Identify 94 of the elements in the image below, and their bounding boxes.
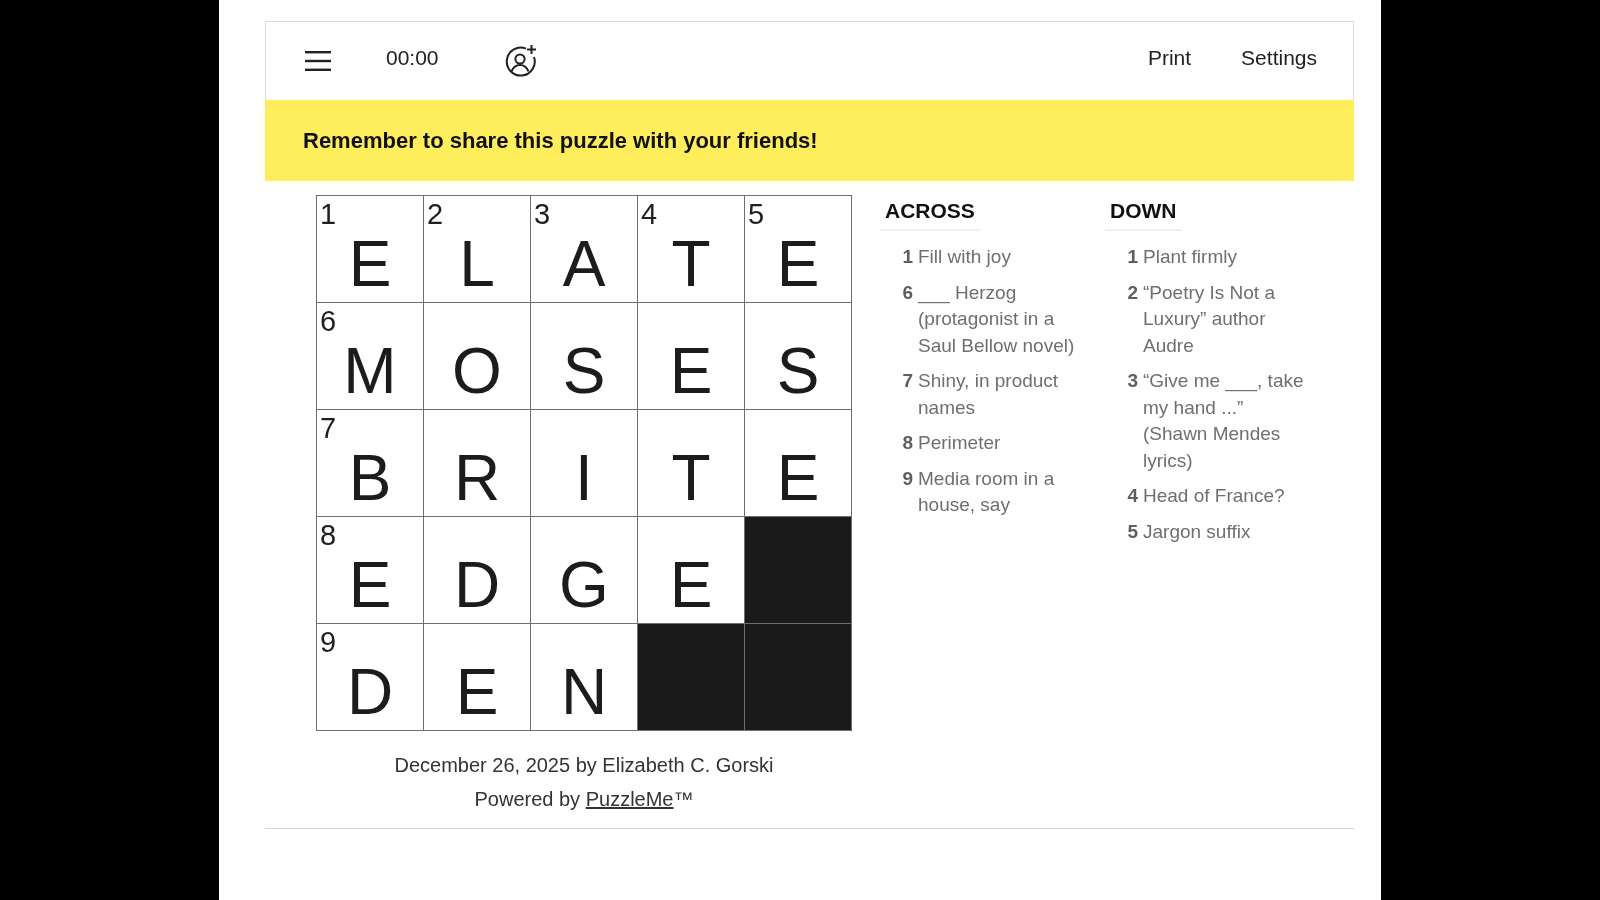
cell-letter: E <box>348 552 392 618</box>
grid-cell[interactable]: O <box>424 303 531 410</box>
clue-number: 1 <box>901 245 913 269</box>
cell-letter: N <box>560 659 608 725</box>
clue-item[interactable]: 7 Shiny, in product names <box>885 368 1090 421</box>
cell-number: 9 <box>319 625 337 657</box>
grid-cell[interactable]: 4 T <box>638 196 745 303</box>
cell-letter: E <box>669 338 713 404</box>
menu-icon <box>305 50 331 72</box>
grid-cell[interactable]: G <box>531 517 638 624</box>
clue-text: Media room in a house, say <box>918 466 1056 517</box>
grid-cell[interactable]: 7 B <box>317 410 424 517</box>
cell-number: 1 <box>319 197 337 229</box>
cell-letter: M <box>343 338 397 404</box>
cell-number: 8 <box>319 518 337 550</box>
clue-number: 1 <box>1126 245 1138 269</box>
clue-number: 3 <box>1126 369 1138 393</box>
clue-number: 7 <box>901 369 913 393</box>
clue-item[interactable]: 1 Plant firmly <box>1110 244 1315 271</box>
grid-cell[interactable]: N <box>531 624 638 731</box>
grid-cell[interactable]: T <box>638 410 745 517</box>
grid-cell[interactable]: 2 L <box>424 196 531 303</box>
cell-number: 4 <box>640 197 658 229</box>
grid-cell[interactable]: R <box>424 410 531 517</box>
clue-text: Plant firmly <box>1143 245 1238 269</box>
clue-heading: DOWN <box>1105 197 1182 231</box>
grid-cell[interactable]: S <box>531 303 638 410</box>
cell-letter: E <box>348 231 392 297</box>
byline-text: December 26, 2025 by Elizabeth C. Gorski <box>394 753 774 777</box>
cell-letter: L <box>459 231 495 297</box>
clue-text: Head of France? <box>1143 484 1286 508</box>
clue-text: Jargon suffix <box>1143 519 1252 544</box>
grid-cell[interactable]: E <box>424 624 531 731</box>
grid-cell[interactable]: S <box>745 303 852 410</box>
cell-letter: I <box>575 445 593 511</box>
grid-cell[interactable]: E <box>638 517 745 624</box>
clue-item[interactable]: 8 Perimeter <box>885 430 1090 457</box>
cell-letter: D <box>346 659 394 725</box>
cell-letter: S <box>776 338 820 404</box>
cell-letter: B <box>348 445 392 511</box>
grid-cell[interactable]: 8 E <box>317 517 424 624</box>
clue-heading: ACROSS <box>880 197 980 231</box>
clue-number: 8 <box>901 431 913 455</box>
cell-letter: E <box>776 445 820 511</box>
clue-item[interactable]: 2 “Poetry Is Not a Luxury” author Audre <box>1110 279 1315 359</box>
cell-letter: S <box>562 338 606 404</box>
clue-text: Perimeter <box>918 431 1002 455</box>
cell-letter: D <box>453 552 501 618</box>
timer: 00:00 <box>386 46 439 70</box>
grid-cell[interactable]: 5 E <box>745 196 852 303</box>
cell-letter: T <box>671 231 711 297</box>
cell-letter: R <box>453 445 501 511</box>
clue-item[interactable]: 5 Jargon suffix <box>1110 518 1315 545</box>
cell-letter: E <box>776 231 820 297</box>
clue-item[interactable]: 3 “Give me ___, take my hand ...” (Shawn Mendes lyrics) <box>1110 368 1315 474</box>
toolbar-button[interactable]: Settings <box>1233 42 1325 74</box>
powered-by-text: Powered by PuzzleMe™ <box>474 787 694 811</box>
cell-letter: E <box>669 552 713 618</box>
person-plus-icon <box>503 44 538 78</box>
clue-text: ___ Herzog (protagonist in a Saul Bellow novel) <box>918 280 1076 358</box>
cell-number: 2 <box>426 197 444 229</box>
grid-cell[interactable]: 9 D <box>317 624 424 731</box>
clue-number: 2 <box>1126 280 1138 305</box>
clue-item[interactable]: 6 ___ Herzog (protagonist in a Saul Bellow novel) <box>885 279 1090 359</box>
clue-text: Shiny, in product names <box>918 369 1060 420</box>
grid-cell[interactable]: 3 A <box>531 196 638 303</box>
cell-number: 5 <box>747 197 765 229</box>
clue-number: 5 <box>1126 519 1138 544</box>
cell-letter: T <box>671 445 711 511</box>
cell-letter: O <box>452 338 502 404</box>
clue-text: “Poetry Is Not a Luxury” author Audre <box>1143 280 1276 358</box>
toolbar-button[interactable]: Print <box>1139 42 1200 74</box>
cell-letter: G <box>559 552 609 618</box>
banner-text: Remember to share this puzzle with your friends! <box>303 127 818 154</box>
grid-cell[interactable]: E <box>745 410 852 517</box>
cell-letter: A <box>562 231 606 297</box>
clue-item[interactable]: 9 Media room in a house, say <box>885 465 1090 519</box>
cell-number: 6 <box>319 304 337 336</box>
grid-cell[interactable]: 1 E <box>317 196 424 303</box>
grid-cell[interactable]: E <box>638 303 745 410</box>
clue-number: 4 <box>1126 484 1138 508</box>
cell-number: 3 <box>533 197 551 229</box>
clue-item[interactable]: 1 Fill with joy <box>885 244 1090 271</box>
grid-cell[interactable]: I <box>531 410 638 517</box>
cell-number: 7 <box>319 411 337 443</box>
clue-item[interactable]: 4 Head of France? <box>1110 483 1315 510</box>
grid-cell[interactable]: D <box>424 517 531 624</box>
puzzleme-link[interactable]: PuzzleMe <box>585 788 674 810</box>
grid-cell[interactable]: 6 M <box>317 303 424 410</box>
cell-letter: E <box>455 659 499 725</box>
clue-number: 6 <box>901 280 913 305</box>
clue-number: 9 <box>901 466 913 491</box>
clue-text: “Give me ___, take my hand ...” (Shawn Mendes lyrics) <box>1143 369 1305 473</box>
clue-text: Fill with joy <box>918 245 1012 269</box>
